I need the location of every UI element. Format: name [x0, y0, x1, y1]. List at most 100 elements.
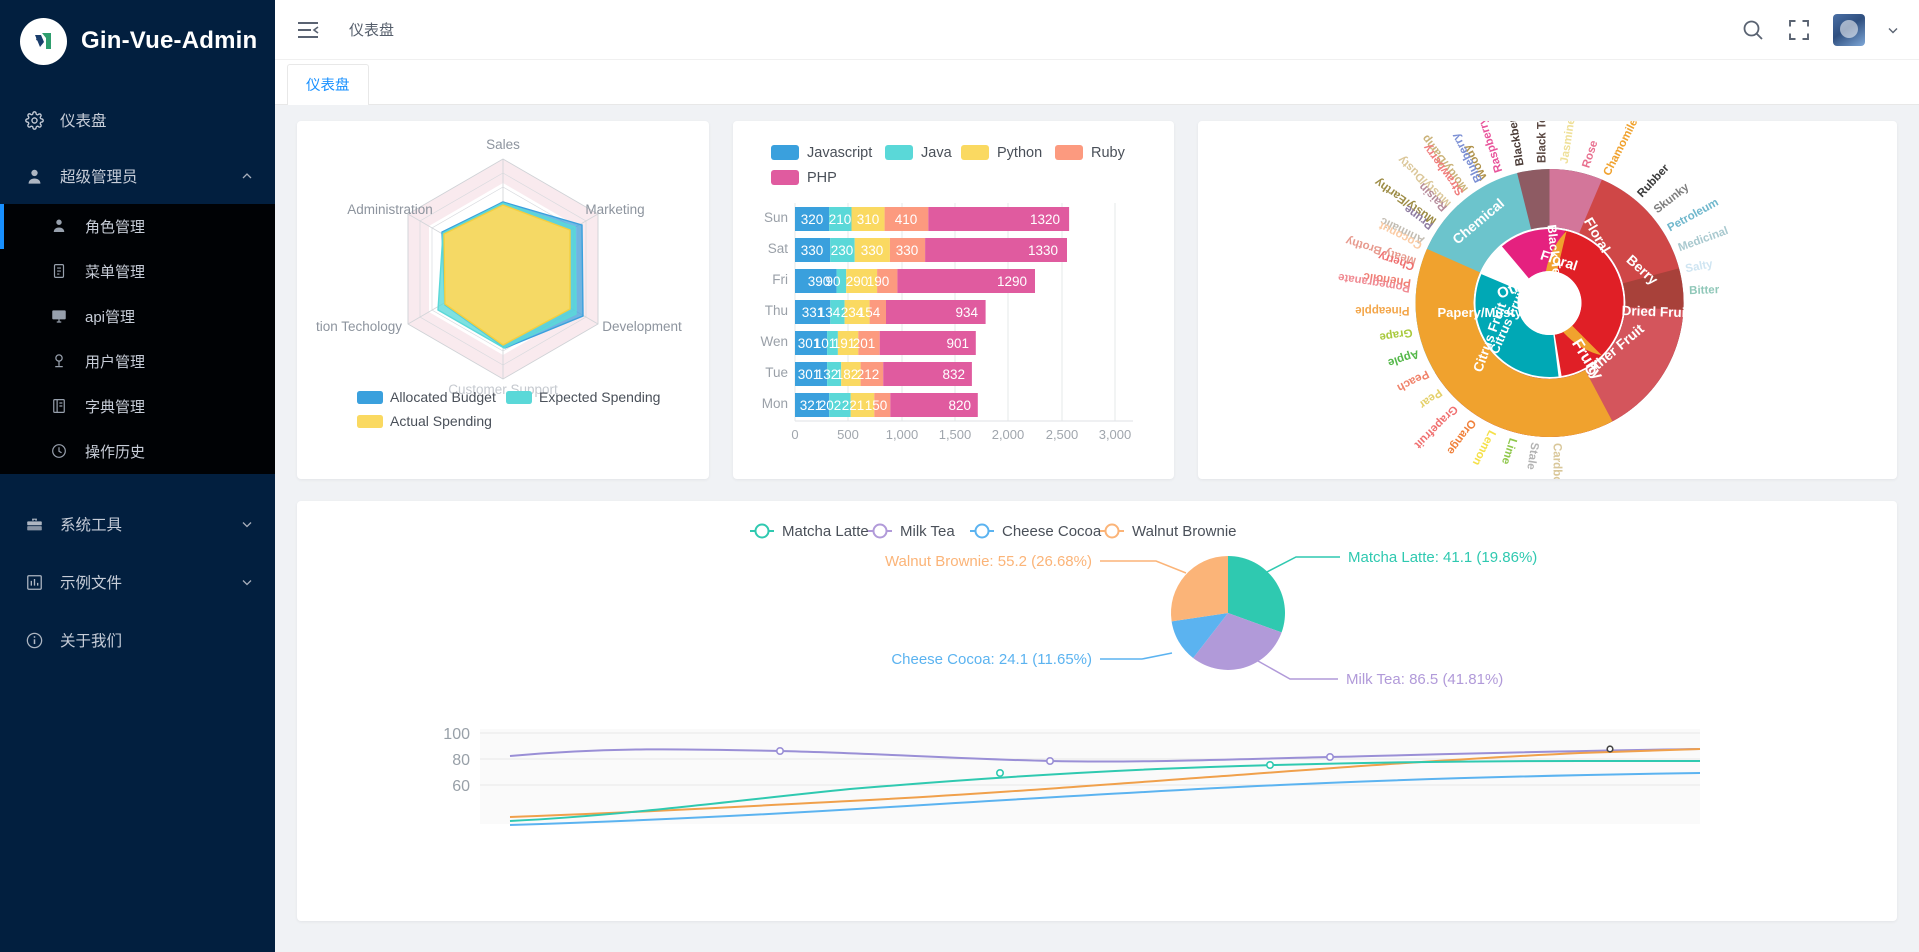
- sidebar-item-label: api管理: [85, 309, 136, 326]
- chevron-down-icon[interactable]: [1887, 24, 1899, 36]
- sunburst-mid-label: Dried Fruit: [1621, 303, 1690, 320]
- legend-label[interactable]: Expected Spending: [539, 389, 660, 405]
- sidebar-item-system-tools[interactable]: 系统工具: [0, 496, 275, 552]
- sidebar-item-label: 关于我们: [60, 633, 123, 650]
- legend-item[interactable]: Walnut Brownie: [1100, 523, 1237, 540]
- legend-label: Matcha Latte: [782, 523, 869, 540]
- toolbox-icon: [25, 515, 44, 534]
- tab-dashboard[interactable]: 仪表盘: [287, 64, 369, 105]
- x-tick-label: 1,000: [886, 427, 919, 442]
- bar-row[interactable]: Sat 330 230 330 330 1330: [768, 238, 1067, 262]
- gear-icon: [25, 110, 44, 130]
- budget-radar-chart[interactable]: Sales Marketing Development Customer Sup…: [297, 121, 709, 479]
- sidebar-item-role-management[interactable]: 角色管理: [0, 204, 275, 249]
- legend-label[interactable]: Javascript: [807, 145, 872, 161]
- brand-title: Gin-Vue-Admin: [81, 27, 258, 54]
- hamburger-icon[interactable]: [297, 21, 319, 39]
- x-tick-label: 1,500: [939, 427, 972, 442]
- sidebar-item-label: 仪表盘: [60, 113, 107, 130]
- brand[interactable]: Gin-Vue-Admin: [0, 0, 275, 82]
- app-root: Gin-Vue-Admin 仪表盘 超级管理员 角色管理 菜单管理 api管理 …: [0, 0, 1919, 952]
- legend-label[interactable]: Python: [997, 145, 1042, 161]
- bar-row[interactable]: Wen 301 101 191 201 901: [760, 331, 976, 355]
- bar-value-label: 1320: [1030, 212, 1060, 227]
- bar-row[interactable]: Thu 331 134 234 154 934: [765, 300, 986, 324]
- chevron-down-icon: [241, 576, 253, 588]
- bar-row[interactable]: Mon 321 202 221 150 820: [762, 393, 978, 417]
- bar-category-label: Wen: [760, 334, 788, 349]
- fullscreen-icon[interactable]: [1787, 18, 1811, 42]
- language-stacked-bar-chart[interactable]: Javascript Java Python Ruby PHP Sun 320 …: [733, 121, 1174, 479]
- bar-row[interactable]: Fri 390 90 290 190 1290: [772, 269, 1035, 293]
- chevron-down-icon: [241, 518, 253, 530]
- legend-label: Cheese Cocoa: [1002, 523, 1102, 540]
- chevron-up-icon: [241, 170, 253, 182]
- sidebar-item-superadmin[interactable]: 超级管理员: [0, 148, 275, 204]
- bar-category-label: Fri: [772, 272, 788, 287]
- tab-label: 仪表盘: [306, 78, 350, 94]
- outer-label: Stale: [1524, 441, 1540, 470]
- y-tick-label: 80: [452, 752, 470, 769]
- bar-category-label: Thu: [765, 303, 788, 318]
- legend-item[interactable]: Matcha Latte: [750, 523, 869, 540]
- legend-swatch: [771, 170, 799, 185]
- legend-label[interactable]: Ruby: [1091, 145, 1126, 161]
- sidebar-item-menu-management[interactable]: 菜单管理: [0, 249, 275, 294]
- charts-row-1: Sales Marketing Development Customer Sup…: [297, 121, 1897, 479]
- sidebar-item-operation-history[interactable]: 操作历史: [0, 429, 275, 474]
- bar-value-label: 901: [946, 336, 969, 351]
- sidebar-item-api-management[interactable]: api管理: [0, 294, 275, 339]
- bar-value-label: 221: [842, 398, 865, 413]
- sidebar-item-example-files[interactable]: 示例文件: [0, 554, 275, 610]
- legend-label[interactable]: Actual Spending: [390, 413, 492, 429]
- legend-label[interactable]: Java: [921, 145, 953, 161]
- book-icon: [50, 397, 69, 416]
- avatar[interactable]: [1833, 13, 1865, 46]
- outer-label: Medicinal: [1677, 225, 1730, 254]
- bar-value-label: 154: [858, 305, 881, 320]
- legend-label[interactable]: PHP: [807, 170, 837, 186]
- sidebar-item-dashboard[interactable]: 仪表盘: [0, 92, 275, 148]
- bar-value-label: 134: [818, 305, 841, 320]
- legend-swatch: [357, 415, 383, 428]
- bar-value-label: 310: [857, 212, 880, 227]
- bar-value-label: 150: [865, 398, 888, 413]
- outer-label: Peach: [1395, 367, 1431, 393]
- search-icon[interactable]: [1741, 18, 1765, 42]
- pie-slices[interactable]: [1170, 556, 1286, 670]
- legend-item[interactable]: Milk Tea: [868, 523, 955, 540]
- outer-label: Jasmine: [1559, 121, 1578, 165]
- outer-label: Blackberry: [1505, 121, 1526, 167]
- sidebar-item-user-management[interactable]: 用户管理: [0, 339, 275, 384]
- radar-axis-label: tion Techology: [316, 319, 402, 334]
- sidebar-item-dictionary-management[interactable]: 字典管理: [0, 384, 275, 429]
- outer-label: Lemon: [1470, 428, 1498, 467]
- topbar: 仪表盘: [275, 0, 1919, 60]
- bar-row[interactable]: Tue 301 132 182 212 832: [765, 362, 972, 386]
- bar-value-label: 330: [861, 243, 884, 258]
- bar-value-label: 201: [853, 336, 876, 351]
- radar-axis-label: Administration: [347, 202, 433, 217]
- sidebar-item-about-us[interactable]: 关于我们: [0, 612, 275, 668]
- beverage-pie-chart[interactable]: Matcha Latte Milk Tea Cheese Cocoa Walnu…: [297, 501, 1897, 921]
- sidebar-item-label: 超级管理员: [60, 169, 138, 186]
- radar-legend: Allocated Budget Expected Spending Actua…: [357, 389, 660, 429]
- bar-row[interactable]: Sun 320 210 310 410 1320: [764, 207, 1070, 231]
- sunburst-mid-label: Papery/Musty: [1438, 305, 1523, 320]
- sidebar-item-label: 用户管理: [85, 354, 146, 371]
- flavor-wheel-chart[interactable]: Other Floral Fruity Citrus Fruit Papery/…: [1198, 121, 1897, 479]
- bar-value-label: 330: [801, 243, 824, 258]
- x-tick-label: 3,000: [1099, 427, 1132, 442]
- legend-item[interactable]: Cheese Cocoa: [970, 523, 1102, 540]
- outer-label: Rose: [1580, 139, 1600, 169]
- outer-label: Bitter: [1689, 284, 1720, 297]
- outer-label: Skunky: [1652, 181, 1692, 216]
- monitor-icon: [50, 307, 69, 326]
- legend-label[interactable]: Allocated Budget: [390, 389, 496, 405]
- pie-legend: Matcha Latte Milk Tea Cheese Cocoa Walnu…: [750, 523, 1237, 540]
- bottom-line-chart[interactable]: 100 80 60: [443, 726, 1701, 826]
- card-language-bar: Javascript Java Python Ruby PHP Sun 320 …: [733, 121, 1174, 479]
- outer-label: Salty: [1684, 258, 1714, 275]
- pie-slice-walnut-brownie[interactable]: [1170, 556, 1228, 622]
- sidebar-item-label: 系统工具: [60, 517, 123, 534]
